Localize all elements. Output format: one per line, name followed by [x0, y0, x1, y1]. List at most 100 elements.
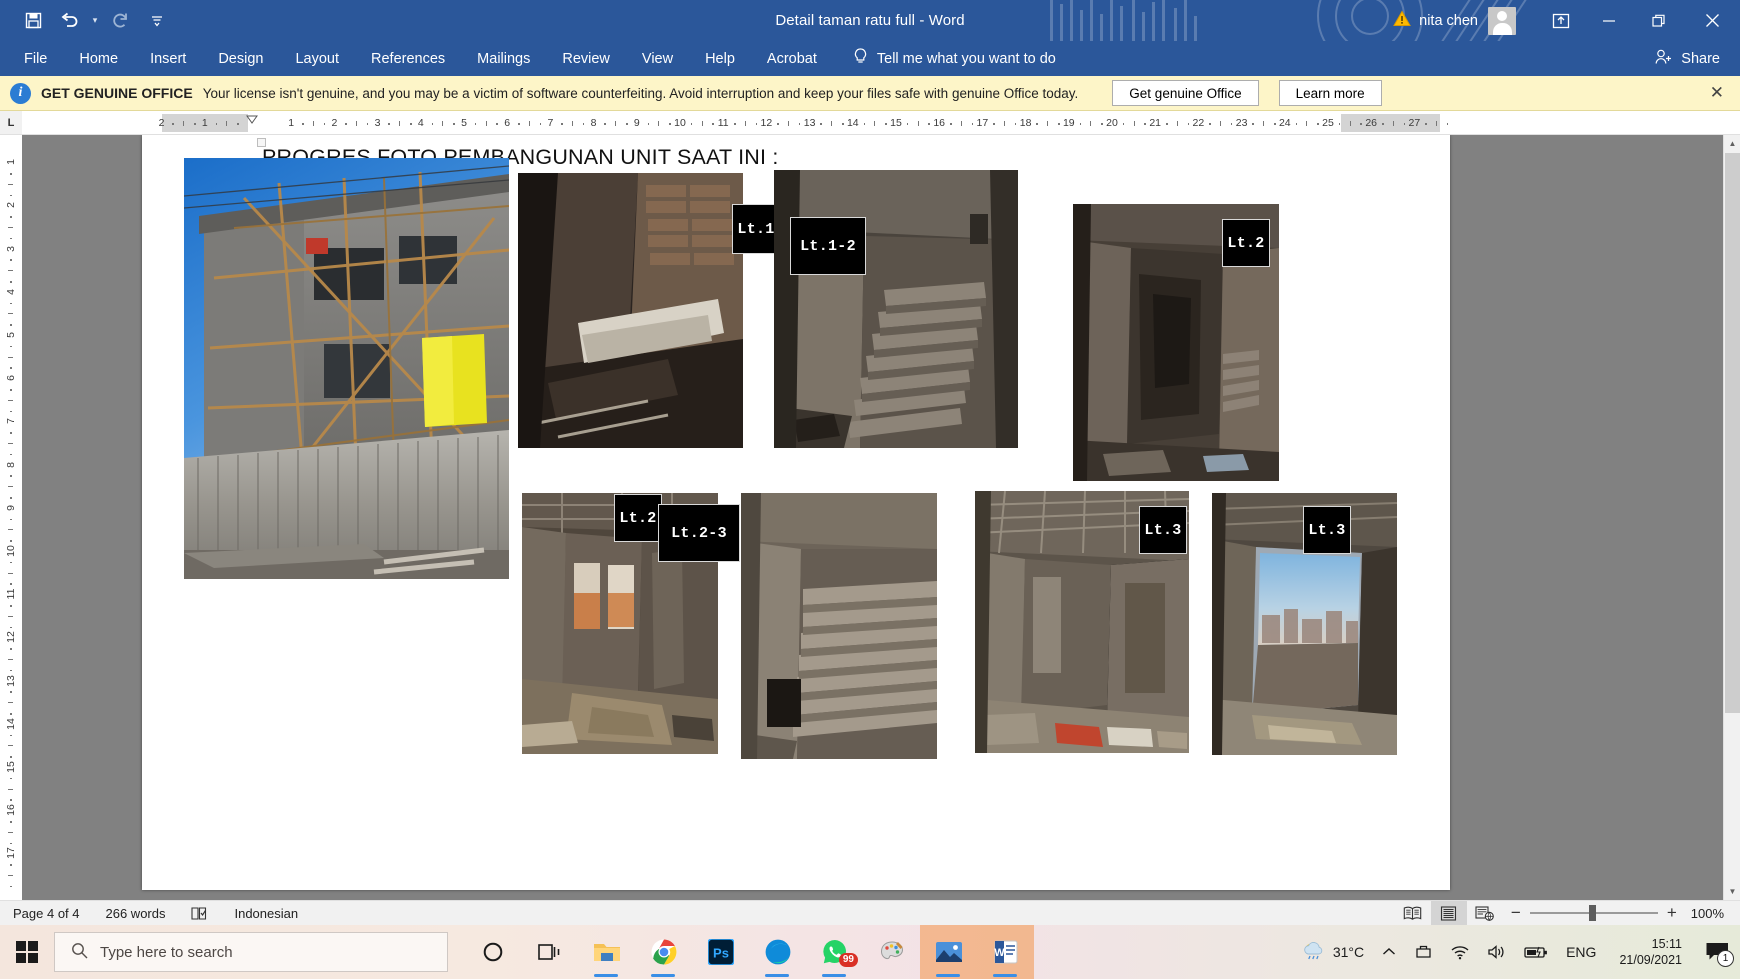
tab-design[interactable]: Design: [202, 41, 279, 76]
ruler-dot: [1144, 123, 1146, 125]
photo-interior-rubble[interactable]: [518, 173, 743, 448]
photo-stairs-lt2-3[interactable]: [741, 493, 937, 759]
save-icon[interactable]: [16, 6, 50, 36]
taskbar-search-input[interactable]: Type here to search: [54, 932, 448, 972]
whatsapp-icon[interactable]: 99: [806, 925, 863, 979]
undo-dropdown-icon[interactable]: ▾: [88, 15, 102, 26]
tab-help[interactable]: Help: [689, 41, 751, 76]
ruler-dot: [1036, 123, 1038, 125]
view-web-layout[interactable]: [1467, 901, 1503, 926]
tab-layout[interactable]: Layout: [279, 41, 355, 76]
clock[interactable]: 15:11 21/09/2021: [1605, 936, 1694, 968]
onedrive-icon[interactable]: [1405, 944, 1442, 960]
page-indicator[interactable]: Page 4 of 4: [0, 906, 93, 921]
tab-acrobat[interactable]: Acrobat: [751, 41, 833, 76]
tab-stop-selector[interactable]: L: [0, 111, 22, 134]
tab-insert[interactable]: Insert: [134, 41, 202, 76]
tab-references[interactable]: References: [355, 41, 461, 76]
start-button[interactable]: [0, 925, 54, 979]
volume-icon[interactable]: [1478, 944, 1515, 960]
document-canvas[interactable]: PROGRES FOTO PEMBANGUNAN UNIT SAAT INI :: [22, 135, 1740, 900]
search-icon: [71, 942, 88, 963]
banner-close-icon[interactable]: ✕: [1710, 83, 1724, 103]
zoom-track[interactable]: [1529, 905, 1658, 921]
file-explorer-icon[interactable]: [578, 925, 635, 979]
ruler-dot: [1403, 123, 1406, 125]
first-line-indent-marker[interactable]: [246, 111, 258, 124]
word-icon[interactable]: W: [977, 925, 1034, 979]
system-tray: 31°C ENG 15:11 21/09/2021 1: [1293, 925, 1740, 979]
tab-home[interactable]: Home: [63, 41, 134, 76]
network-icon[interactable]: [1442, 945, 1478, 960]
zoom-slider[interactable]: − +: [1503, 903, 1691, 923]
photoshop-icon[interactable]: Ps: [692, 925, 749, 979]
document-page[interactable]: PROGRES FOTO PEMBANGUNAN UNIT SAAT INI :: [142, 135, 1450, 890]
vertical-scrollbar[interactable]: ▲ ▼: [1723, 135, 1740, 900]
license-warning-icon[interactable]: [1393, 9, 1412, 32]
vertical-ruler-tick: [8, 615, 13, 617]
photo-stairs-lt1-2[interactable]: [774, 170, 1018, 448]
tell-me-search[interactable]: Tell me what you want to do: [853, 48, 1056, 69]
get-genuine-office-button[interactable]: Get genuine Office: [1112, 80, 1259, 106]
ruler-mark: 27: [1408, 117, 1421, 129]
word-count[interactable]: 266 words: [93, 906, 179, 921]
ruler-mark: 9: [633, 117, 640, 129]
learn-more-button[interactable]: Learn more: [1278, 80, 1382, 106]
tab-view[interactable]: View: [626, 41, 689, 76]
vertical-ruler-tick: [8, 313, 13, 315]
photo-exterior-building[interactable]: [184, 158, 509, 579]
vertical-ruler[interactable]: 1 2 3 4 5 6 7 8 9 10 11 12 13 14 15 16 17: [0, 135, 22, 900]
microsoft-edge-icon[interactable]: [749, 925, 806, 979]
horizontal-ruler-track[interactable]: 2 1 1 2 3 4 5 6 7 8 9 10 11 12 13 14 15 16 17 18 19 20 21 22 23 2…: [22, 114, 1740, 132]
vertical-ruler-tick: [8, 702, 13, 704]
google-chrome-icon[interactable]: [635, 925, 692, 979]
share-button[interactable]: Share: [1655, 49, 1720, 69]
ruler-dot: [928, 123, 930, 125]
language-indicator[interactable]: Indonesian: [221, 906, 311, 921]
task-view-icon[interactable]: [521, 925, 578, 979]
scroll-down-icon[interactable]: ▼: [1724, 883, 1740, 900]
minimize-button[interactable]: [1584, 0, 1634, 41]
close-button[interactable]: [1684, 0, 1740, 41]
horizontal-ruler[interactable]: L 2 1 1 2 3 4 5 6 7 8 9 10 11 12 13 14 15 16 17 18 19 20 21 22 2…: [0, 111, 1740, 135]
zoom-in-button[interactable]: +: [1667, 903, 1677, 923]
show-hidden-icons-chevron[interactable]: [1373, 947, 1405, 957]
photos-icon[interactable]: [920, 925, 977, 979]
ruler-tick: [1436, 121, 1437, 126]
customize-quick-access-icon[interactable]: [140, 6, 174, 36]
vertical-ruler-mark: 8: [5, 461, 17, 468]
language-indicator-tray[interactable]: ENG: [1557, 944, 1605, 960]
ribbon-display-options-icon[interactable]: [1538, 0, 1584, 41]
ruler-dot: [582, 123, 585, 125]
restore-button[interactable]: [1634, 0, 1684, 41]
scroll-up-icon[interactable]: ▲: [1724, 135, 1740, 152]
tab-review[interactable]: Review: [546, 41, 626, 76]
vertical-ruler-dot: [10, 734, 12, 737]
notification-center-button[interactable]: 1: [1694, 925, 1740, 979]
zoom-level[interactable]: 100%: [1691, 906, 1740, 921]
vertical-ruler-dot: [10, 648, 12, 650]
title-bar-right: nita chen: [1393, 0, 1740, 41]
windows-taskbar: Type here to search Ps 99 W 31°C ENG 15:…: [0, 925, 1740, 979]
ruler-mark: 13: [803, 117, 816, 129]
undo-icon[interactable]: [52, 6, 86, 36]
paint-icon[interactable]: [863, 925, 920, 979]
tab-file[interactable]: File: [8, 41, 63, 76]
proofing-icon[interactable]: [178, 906, 221, 921]
battery-icon[interactable]: [1515, 945, 1557, 959]
cortana-icon[interactable]: [464, 925, 521, 979]
scrollbar-thumb[interactable]: [1725, 153, 1740, 713]
tab-mailings[interactable]: Mailings: [461, 41, 546, 76]
ruler-tick: [183, 121, 185, 126]
zoom-thumb[interactable]: [1588, 905, 1596, 921]
view-read-mode[interactable]: [1395, 901, 1431, 926]
ruler-dot: [863, 123, 866, 125]
ruler-mark: 18: [1019, 117, 1032, 129]
zoom-out-button[interactable]: −: [1511, 903, 1521, 923]
ribbon-tabs: File Home Insert Design Layout Reference…: [0, 41, 1740, 76]
weather-widget[interactable]: 31°C: [1293, 941, 1373, 964]
view-print-layout[interactable]: [1430, 900, 1467, 926]
account-name[interactable]: nita chen: [1419, 13, 1478, 29]
redo-icon[interactable]: [104, 6, 138, 36]
avatar[interactable]: [1488, 6, 1516, 35]
